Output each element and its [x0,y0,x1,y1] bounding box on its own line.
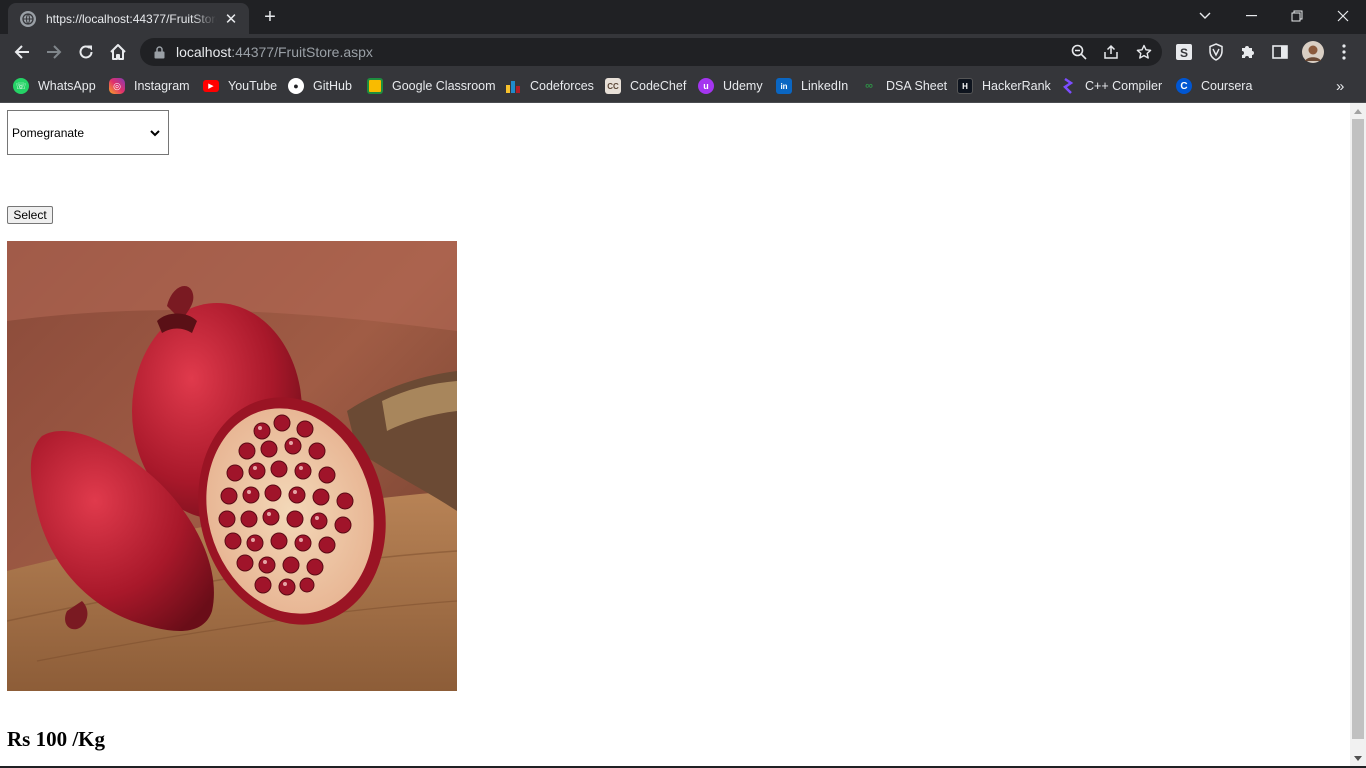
price-label: Rs 100 /Kg [7,727,106,751]
address-bar[interactable]: localhost:44377/FruitStore.aspx [140,38,1162,66]
bookmark-udemy[interactable]: u Udemy [698,76,763,96]
cpp-compiler-icon [1060,78,1076,94]
whatsapp-icon: ☏ [13,78,29,94]
bookmark-star-icon[interactable] [1134,42,1154,62]
bookmark-whatsapp[interactable]: ☏ WhatsApp [13,76,96,96]
puzzle-extensions-icon[interactable] [1238,42,1258,62]
bookmark-label: Google Classroom [392,79,496,93]
minimize-button[interactable] [1228,0,1274,32]
bookmark-dsa-sheet[interactable]: ∞ DSA Sheet [861,76,947,96]
hackerrank-icon: H [957,78,973,94]
classroom-icon [367,78,383,94]
browser-toolbar: localhost:44377/FruitStore.aspx S [0,34,1366,70]
fruit-dropdown-value: Pomegranate [12,125,85,140]
browser-tab[interactable]: https://localhost:44377/FruitStore.aspx … [8,3,249,34]
bookmark-github[interactable]: ● GitHub [288,76,352,96]
scroll-up-arrow-icon[interactable] [1350,103,1366,119]
profile-avatar[interactable] [1301,40,1325,64]
bookmark-label: YouTube [228,79,278,93]
bookmark-google-classroom[interactable]: Google Classroom [367,76,496,96]
lock-icon[interactable] [153,45,165,59]
bookmarks-bar: ☏ WhatsApp ◎ Instagram ▶ YouTube ● GitHu… [0,70,1366,103]
bookmark-codechef[interactable]: CC CodeChef [605,76,686,96]
dsa-sheet-icon: ∞ [865,80,873,92]
svg-text:S: S [1180,46,1188,60]
bookmark-codeforces[interactable]: Codeforces [505,76,594,96]
bookmark-label: Coursera [1201,79,1253,93]
bookmark-label: WhatsApp [38,79,96,93]
scrollbar-thumb[interactable] [1352,119,1364,739]
bookmark-coursera[interactable]: C Coursera [1176,76,1252,96]
select-button[interactable]: Select [7,206,53,224]
fruit-dropdown[interactable]: Pomegranate [7,110,169,155]
bookmark-label: Udemy [723,79,763,93]
bookmark-label: CodeChef [630,79,687,93]
bookmark-label: GitHub [313,79,352,93]
back-arrow-icon[interactable] [8,38,36,66]
tab-title: https://localhost:44377/FruitStore.aspx [46,11,217,26]
fruit-image [7,241,457,691]
share-icon[interactable] [1101,42,1121,62]
tab-strip: https://localhost:44377/FruitStore.aspx … [0,0,1366,34]
forward-arrow-icon[interactable] [40,38,68,66]
bookmark-instagram[interactable]: ◎ Instagram [109,76,190,96]
close-tab-icon[interactable]: ✕ [223,10,239,28]
side-panel-icon[interactable] [1270,42,1290,62]
bookmark-label: C++ Compiler [1085,79,1163,93]
globe-icon [20,10,36,27]
bookmark-linkedin[interactable]: in LinkedIn [776,76,848,96]
instagram-icon: ◎ [109,78,125,94]
shield-extension-icon[interactable] [1206,42,1226,62]
udemy-icon: u [698,78,714,94]
bookmark-label: Instagram [134,79,190,93]
close-window-button[interactable] [1320,0,1366,32]
bookmark-youtube[interactable]: ▶ YouTube [203,76,277,96]
url-path: :44377/FruitStore.aspx [231,44,373,60]
tab-search-icon[interactable] [1182,0,1228,32]
zoom-icon[interactable] [1069,42,1089,62]
bookmark-label: Codeforces [530,79,594,93]
bookmark-label: DSA Sheet [886,79,948,93]
sticky-notes-extension-icon[interactable]: S [1174,42,1194,62]
restore-button[interactable] [1274,0,1320,32]
page-viewport: Pomegranate Select Rs 100 /Kg [0,103,1350,766]
bookmark-label: LinkedIn [801,79,849,93]
url-host: localhost [176,44,232,60]
url-text: localhost:44377/FruitStore.aspx [176,44,373,60]
coursera-icon: C [1176,78,1192,94]
bookmark-hackerrank[interactable]: H HackerRank [957,76,1051,96]
new-tab-button[interactable]: + [258,6,282,30]
chevron-down-icon [150,126,160,140]
github-icon: ● [288,78,304,94]
more-menu-icon[interactable] [1334,42,1354,62]
codechef-icon: CC [605,78,621,94]
bookmark-label: HackerRank [982,79,1051,93]
bookmark-cpp-compiler[interactable]: C++ Compiler [1060,76,1162,96]
reload-icon[interactable] [72,38,100,66]
home-icon[interactable] [104,38,132,66]
linkedin-icon: in [776,78,792,94]
scroll-down-arrow-icon[interactable] [1350,750,1366,766]
codeforces-icon [505,78,521,94]
vertical-scrollbar[interactable] [1350,103,1366,766]
youtube-icon: ▶ [203,80,219,92]
bookmarks-overflow-icon[interactable]: » [1336,76,1344,96]
